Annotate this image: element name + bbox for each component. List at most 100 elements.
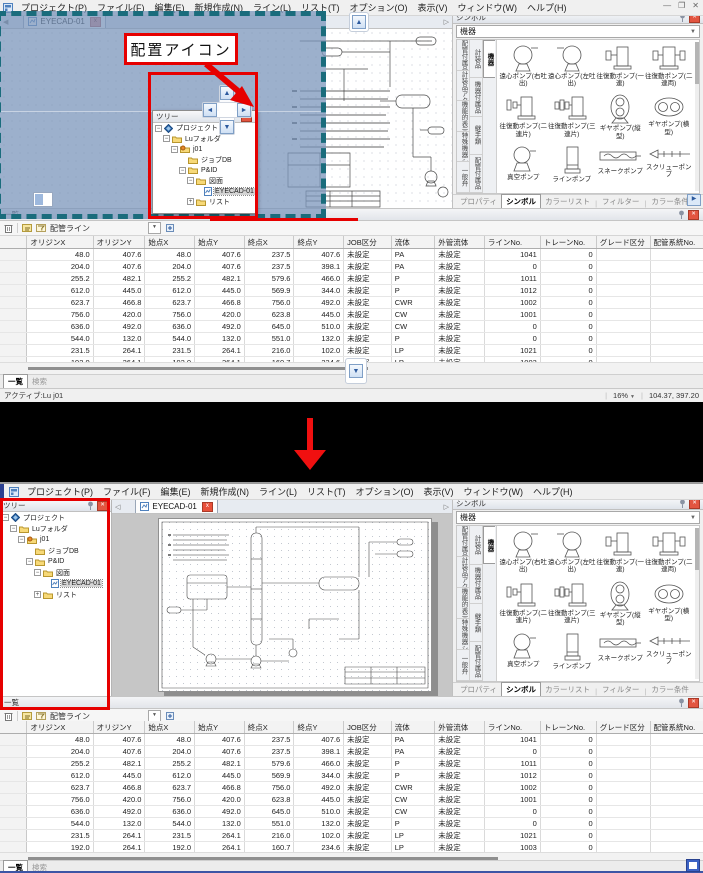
table-cell[interactable]: 569.9 xyxy=(244,770,294,782)
table-cell[interactable]: PA xyxy=(391,734,434,746)
table-cell[interactable]: 未設定 xyxy=(344,818,392,830)
refresh-icon[interactable] xyxy=(165,223,175,233)
table-cell[interactable]: 未設定 xyxy=(344,309,392,321)
table-cell[interactable]: 204.0 xyxy=(27,746,93,758)
table-cell[interactable]: 48.0 xyxy=(27,249,93,261)
table-cell[interactable]: 1001 xyxy=(484,794,540,806)
menu-item-8[interactable]: ウィンドウ(W) xyxy=(459,485,529,498)
symbol-category-tab[interactable]: 機能的表示図形 xyxy=(457,588,469,619)
table-cell[interactable]: 237.5 xyxy=(244,261,294,273)
column-header[interactable]: 配管系統No. xyxy=(650,721,703,734)
table-cell[interactable]: 未設定 xyxy=(435,285,485,297)
table-cell[interactable]: 420.0 xyxy=(195,794,245,806)
table-cell[interactable]: 482.1 xyxy=(93,758,145,770)
table-cell[interactable]: 231.5 xyxy=(145,830,195,842)
table-cell[interactable]: 264.1 xyxy=(93,830,145,842)
table-cell[interactable] xyxy=(650,345,703,357)
tabs-overflow-icon[interactable]: ▶ xyxy=(687,194,701,206)
table-cell[interactable]: 0 xyxy=(540,806,596,818)
column-header[interactable]: オリジンY xyxy=(93,236,145,249)
pin-icon[interactable] xyxy=(679,499,686,508)
table-row[interactable]: 48.0407.648.0407.6237.5407.6未設定PA未設定1041… xyxy=(0,734,703,746)
table-cell[interactable]: 445.0 xyxy=(195,285,245,297)
table-cell[interactable]: 398.1 xyxy=(294,746,344,758)
table-cell[interactable] xyxy=(650,273,703,285)
table-cell[interactable]: 623.7 xyxy=(145,297,195,309)
collapse-toggle-icon[interactable]: − xyxy=(187,177,194,184)
table-cell[interactable]: P xyxy=(391,273,434,285)
filter-dropdown[interactable]: ▼ xyxy=(148,222,161,234)
table-cell[interactable]: 445.0 xyxy=(294,309,344,321)
tree-item-job-db[interactable]: ジョブDB xyxy=(153,155,255,166)
table-cell[interactable]: 0 xyxy=(540,309,596,321)
table-cell[interactable]: 0 xyxy=(484,333,540,345)
row-selector[interactable] xyxy=(0,297,27,309)
table-cell[interactable]: 未設定 xyxy=(344,734,392,746)
table-cell[interactable]: 407.6 xyxy=(195,249,245,261)
row-selector[interactable] xyxy=(0,818,27,830)
row-selector[interactable] xyxy=(0,758,27,770)
table-cell[interactable]: 445.0 xyxy=(93,285,145,297)
table-cell[interactable]: 492.0 xyxy=(294,782,344,794)
table-cell[interactable]: 407.6 xyxy=(195,261,245,273)
table-cell[interactable]: 231.5 xyxy=(27,345,93,357)
table-cell[interactable]: 544.0 xyxy=(145,818,195,830)
row-selector[interactable] xyxy=(0,842,27,853)
table-cell[interactable]: 192.0 xyxy=(27,842,93,853)
table-cell[interactable] xyxy=(650,734,703,746)
pin-icon[interactable] xyxy=(87,501,94,510)
table-cell[interactable]: 48.0 xyxy=(27,734,93,746)
table-cell[interactable]: P xyxy=(391,770,434,782)
table-cell[interactable]: CW xyxy=(391,794,434,806)
panel-tab-1[interactable]: シンボル xyxy=(501,682,541,696)
column-header[interactable]: 始点Y xyxy=(195,236,245,249)
collapse-toggle-icon[interactable]: − xyxy=(26,558,33,565)
table-cell[interactable]: 756.0 xyxy=(27,794,93,806)
table-cell[interactable]: PA xyxy=(391,746,434,758)
table-cell[interactable]: 407.6 xyxy=(195,734,245,746)
list-filter-icon[interactable] xyxy=(36,711,46,721)
symbol-pump-recip-double-both[interactable]: 往復動ポンプ(二連両) xyxy=(645,528,694,579)
column-header[interactable]: トレーンNo. xyxy=(540,236,596,249)
row-selector[interactable] xyxy=(0,782,27,794)
table-cell[interactable]: 未設定 xyxy=(344,297,392,309)
table-cell[interactable]: 48.0 xyxy=(145,734,195,746)
table-cell[interactable]: 623.7 xyxy=(27,297,93,309)
table-cell[interactable] xyxy=(596,309,650,321)
table-cell[interactable]: 482.1 xyxy=(93,273,145,285)
table-cell[interactable]: LP xyxy=(391,830,434,842)
table-cell[interactable] xyxy=(650,249,703,261)
panel-tab-0[interactable]: プロパティ xyxy=(456,195,501,208)
table-cell[interactable]: 未設定 xyxy=(344,830,392,842)
row-selector[interactable] xyxy=(0,249,27,261)
table-cell[interactable]: P xyxy=(391,758,434,770)
delete-icon[interactable] xyxy=(4,711,13,721)
table-cell[interactable]: 445.0 xyxy=(294,794,344,806)
close-icon[interactable]: ✕ xyxy=(688,210,699,220)
symbol-category-tab[interactable]: 特殊機器シンボル xyxy=(457,619,469,650)
table-cell[interactable]: 1041 xyxy=(484,249,540,261)
table-cell[interactable]: 407.6 xyxy=(294,734,344,746)
table-cell[interactable] xyxy=(650,770,703,782)
symbol-pump-gear-vertical[interactable]: ギヤポンプ(縦型) xyxy=(596,579,645,630)
table-cell[interactable]: 132.0 xyxy=(294,333,344,345)
close-icon[interactable]: ✕ xyxy=(97,501,108,511)
table-cell[interactable]: PA xyxy=(391,249,434,261)
table-cell[interactable]: 264.1 xyxy=(195,345,245,357)
collapse-toggle-icon[interactable]: − xyxy=(171,146,178,153)
table-cell[interactable]: 544.0 xyxy=(27,333,93,345)
table-cell[interactable]: CWR xyxy=(391,782,434,794)
table-cell[interactable]: 0 xyxy=(540,758,596,770)
collapse-toggle-icon[interactable]: − xyxy=(179,167,186,174)
table-cell[interactable] xyxy=(596,806,650,818)
table-cell[interactable]: 0 xyxy=(540,770,596,782)
menu-item-3[interactable]: 新規作成(N) xyxy=(196,485,255,498)
table-cell[interactable]: 264.1 xyxy=(93,842,145,853)
symbol-category-select[interactable]: 機器▼ xyxy=(456,511,700,524)
symbol-pump-centrifugal-right[interactable]: 遠心ポンプ(右吐出) xyxy=(499,528,548,579)
table-cell[interactable]: 255.2 xyxy=(27,273,93,285)
row-selector[interactable] xyxy=(0,309,27,321)
symbol-category-tab[interactable]: 機器付属品 xyxy=(470,78,482,116)
column-header[interactable]: 終点X xyxy=(244,721,294,734)
table-cell[interactable] xyxy=(596,734,650,746)
